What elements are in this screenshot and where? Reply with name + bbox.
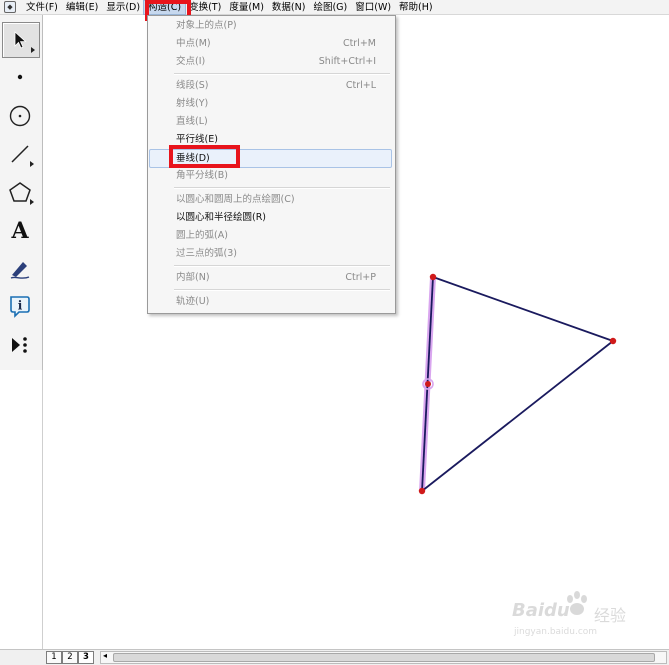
- scrollbar-thumb[interactable]: [113, 653, 655, 662]
- menu-number[interactable]: 数据(N): [268, 1, 310, 14]
- information-tool[interactable]: i: [2, 289, 38, 323]
- menu-separator: [174, 73, 390, 75]
- menu-item-point-on-object[interactable]: 对象上的点(P): [149, 17, 392, 34]
- point-icon: [17, 74, 23, 80]
- menu-item-ray[interactable]: 射线(Y): [149, 95, 392, 112]
- menu-window[interactable]: 窗口(W): [351, 1, 395, 14]
- menu-separator: [174, 289, 390, 291]
- menu-item-circle-by-center-radius[interactable]: 以圆心和半径绘圆(R): [149, 209, 392, 226]
- custom-tool[interactable]: [2, 328, 38, 362]
- vertex-top[interactable]: [429, 273, 437, 281]
- page-tab-1[interactable]: 1: [46, 651, 62, 664]
- status-bar: 1 2 3 ◂: [0, 649, 669, 665]
- marker-icon: [10, 262, 30, 279]
- menu-separator: [174, 265, 390, 267]
- menu-measure[interactable]: 度量(M): [225, 1, 268, 14]
- vertex-bottom[interactable]: [418, 487, 426, 495]
- menu-separator: [174, 187, 390, 189]
- watermark-url: jingyan.baidu.com: [514, 627, 598, 637]
- watermark-brand: Baidu: [512, 600, 570, 621]
- menu-item-midpoint[interactable]: 中点(M) Ctrl+M: [149, 35, 392, 52]
- menu-file[interactable]: 文件(F): [22, 1, 62, 14]
- page-tab-3[interactable]: 3: [78, 651, 94, 664]
- information-icon: i: [10, 296, 30, 318]
- segment-top[interactable]: [432, 276, 614, 342]
- menu-display[interactable]: 显示(D): [102, 1, 144, 14]
- menu-item-locus[interactable]: 轨迹(U): [149, 293, 392, 310]
- text-icon: A: [11, 218, 29, 244]
- menu-item-arc-on-circle[interactable]: 圆上的弧(A): [149, 227, 392, 244]
- menu-item-intersection[interactable]: 交点(I) Shift+Ctrl+I: [149, 53, 392, 70]
- menu-edit[interactable]: 编辑(E): [62, 1, 102, 14]
- baidu-jingyan-watermark: Baidu 经验 jingyan.baidu.com: [512, 590, 637, 645]
- menu-item-line[interactable]: 直线(L): [149, 113, 392, 130]
- menu-item-angle-bisector[interactable]: 角平分线(B): [149, 167, 392, 184]
- text-tool[interactable]: A: [2, 214, 38, 248]
- menu-help[interactable]: 帮助(H): [395, 1, 437, 14]
- svg-text:i: i: [18, 299, 23, 313]
- straightedge-icon: [11, 145, 29, 163]
- scroll-left-arrow-icon[interactable]: ◂: [103, 651, 107, 660]
- menu-item-segment[interactable]: 线段(S) Ctrl+L: [149, 77, 392, 94]
- compass-tool[interactable]: [2, 99, 38, 133]
- highlight-box-perpendicular-line: [169, 145, 240, 168]
- arrow-select-icon: [14, 31, 27, 49]
- polygon-tool[interactable]: [2, 175, 38, 209]
- menu-bar: ◆ 文件(F) 编辑(E) 显示(D) 构造(C) 变换(T) 度量(M) 数据…: [0, 0, 669, 15]
- segment-bottom[interactable]: [421, 340, 614, 492]
- menu-item-arc-through-3-points[interactable]: 过三点的弧(3): [149, 245, 392, 262]
- menu-transform[interactable]: 变换(T): [185, 1, 225, 14]
- straightedge-tool[interactable]: [2, 137, 38, 171]
- compass-icon: [9, 105, 31, 127]
- vertex-right[interactable]: [609, 337, 617, 345]
- watermark-suffix: 经验: [594, 606, 627, 625]
- marker-tool[interactable]: [2, 252, 38, 286]
- menu-item-circle-by-center-point[interactable]: 以圆心和圆周上的点绘圆(C): [149, 191, 392, 208]
- toolbox-empty-area: [0, 370, 43, 650]
- app-icon[interactable]: ◆: [4, 1, 16, 13]
- custom-tool-icon: [12, 337, 27, 353]
- menu-item-interior[interactable]: 内部(N) Ctrl+P: [149, 269, 392, 286]
- midpoint[interactable]: [425, 381, 431, 387]
- menu-graph[interactable]: 绘图(G): [309, 1, 351, 14]
- toolbox: A i: [0, 15, 43, 371]
- horizontal-scrollbar[interactable]: ◂: [100, 651, 667, 664]
- selection-arrow-tool[interactable]: [2, 22, 40, 58]
- page-tab-2[interactable]: 2: [62, 651, 78, 664]
- point-tool[interactable]: [2, 60, 38, 94]
